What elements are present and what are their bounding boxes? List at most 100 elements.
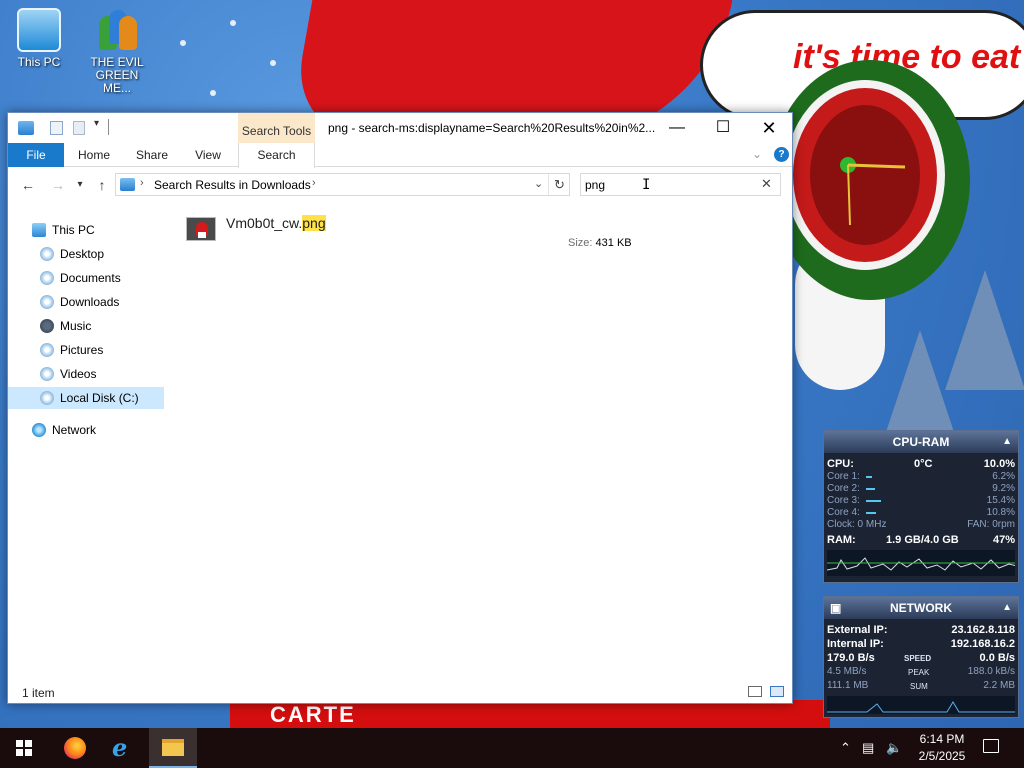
details-view-icon[interactable] <box>748 686 762 697</box>
core-row: Core 2: 9.2% <box>827 483 1015 494</box>
start-button[interactable] <box>0 728 48 768</box>
maximize-button[interactable]: ☐ <box>700 113 746 143</box>
network-traffic-graph <box>827 696 1015 714</box>
file-size: Size: 431 KB <box>568 237 632 249</box>
cpu-row: CPU: 0°C 10.0% <box>824 457 1018 471</box>
folder-icon <box>18 121 34 135</box>
large-icons-view-icon[interactable] <box>770 686 784 697</box>
search-tools-context-tab: Search Tools <box>238 113 315 143</box>
pictures-folder-icon <box>40 343 54 357</box>
nav-item-network[interactable]: Network <box>32 419 96 441</box>
address-bar[interactable]: › Search Results in Downloads › ⌄ ↻ <box>115 173 570 196</box>
tab-file[interactable]: File <box>8 143 64 167</box>
network-icon <box>32 423 46 437</box>
minimize-button[interactable]: — <box>654 113 700 143</box>
nav-item-label: Videos <box>60 367 97 381</box>
taskbar-internet-explorer[interactable]: e <box>100 728 148 768</box>
clock-fan-row: Clock: 0 MHz FAN: 0rpm <box>827 519 1015 530</box>
ribbon-tabs: File Home Share View Search ⌄ ? <box>8 143 792 168</box>
search-result-item[interactable]: Vm0b0t_cw.png Size: 431 KB <box>184 213 784 249</box>
help-icon[interactable]: ? <box>774 147 789 162</box>
internal-ip-row: Internal IP: 192.168.16.2 <box>827 638 1015 650</box>
nav-item-desktop[interactable]: Desktop <box>40 243 104 265</box>
address-dropdown-icon[interactable]: ⌄ <box>534 177 543 190</box>
quick-access-dropdown-icon[interactable]: ▾ <box>94 118 99 132</box>
desktop-folder-icon <box>40 247 54 261</box>
nav-item-videos[interactable]: Videos <box>40 363 96 385</box>
search-match-highlight: png <box>302 215 326 231</box>
gadget-title: CPU-RAM ▲ <box>824 431 1018 453</box>
expand-ribbon-chevron-icon[interactable]: ⌄ <box>752 147 762 161</box>
cpu-percent: 10.0% <box>983 458 1015 470</box>
action-center-icon[interactable] <box>983 739 999 753</box>
nav-item-pictures[interactable]: Pictures <box>40 339 103 361</box>
clock-hands <box>840 157 906 226</box>
new-folder-icon[interactable] <box>73 121 85 135</box>
image-thumbnail <box>186 217 216 241</box>
wreath-clock-inner <box>810 105 920 245</box>
taskbar-file-explorer[interactable] <box>149 728 197 768</box>
collapse-icon[interactable]: ▲ <box>1002 431 1012 453</box>
clear-search-icon[interactable]: ✕ <box>761 176 772 192</box>
tab-search[interactable]: Search <box>238 143 315 168</box>
taskbar: e ⌃ ▤ 🔈 6:14 PM 2/5/2025 <box>0 728 1024 768</box>
nav-item-label: Desktop <box>60 247 105 261</box>
breadcrumb[interactable]: Search Results in Downloads <box>154 178 311 192</box>
nav-item-label: This PC <box>52 223 95 237</box>
status-bar: 1 item <box>8 681 792 703</box>
collapse-icon[interactable]: ▲ <box>1002 597 1012 619</box>
clock-hour-hand <box>847 163 906 169</box>
breadcrumb-chevron-icon[interactable]: › <box>312 177 316 189</box>
file-name-prefix: Vm0b0t_cw. <box>226 215 303 231</box>
core-row: Core 3: 15.4% <box>827 495 1015 506</box>
breadcrumb-chevron-icon[interactable]: › <box>140 177 144 189</box>
back-button[interactable]: ← <box>18 175 38 195</box>
external-ip-row: External IP: 23.162.8.118 <box>827 624 1015 636</box>
nav-item-documents[interactable]: Documents <box>40 267 121 289</box>
nav-item-music[interactable]: Music <box>40 315 91 337</box>
show-hidden-icons-chevron-icon[interactable]: ⌃ <box>840 740 851 756</box>
nav-item-label: Music <box>60 319 92 333</box>
title-bar[interactable]: ▾ Search Tools png - search-ms:displayna… <box>8 113 792 143</box>
messenger-icon <box>95 8 139 52</box>
window-title: png - search-ms:displayname=Search%20Res… <box>328 121 656 135</box>
refresh-icon[interactable]: ↻ <box>548 174 570 195</box>
core-row: Core 1: 6.2% <box>827 471 1015 482</box>
taskbar-clock[interactable]: 6:14 PM 2/5/2025 <box>914 731 970 765</box>
nav-item-this-pc[interactable]: This PC <box>32 219 95 241</box>
close-button[interactable]: ✕ <box>746 113 792 143</box>
volume-muted-icon[interactable]: 🔈 <box>886 740 902 756</box>
snowflake <box>230 20 236 26</box>
tab-view[interactable]: View <box>184 143 232 167</box>
file-size-label: Size: <box>568 237 593 249</box>
taskbar-firefox[interactable] <box>51 728 99 768</box>
tab-home[interactable]: Home <box>70 143 118 167</box>
clock-date: 2/5/2025 <box>918 749 966 763</box>
nav-item-downloads[interactable]: Downloads <box>40 291 119 313</box>
clock-minute-hand <box>847 164 851 226</box>
snowflake <box>270 60 276 66</box>
gadget-title: ▣ NETWORK ▲ <box>824 597 1018 619</box>
up-button[interactable]: ↑ <box>92 175 112 195</box>
search-box[interactable]: ✕ <box>580 173 781 196</box>
file-explorer-icon <box>162 739 184 756</box>
properties-icon[interactable] <box>50 121 63 135</box>
recent-locations-chevron-icon[interactable]: ▾ <box>70 175 90 195</box>
tab-share[interactable]: Share <box>128 143 176 167</box>
item-count: 1 item <box>22 686 55 700</box>
nav-item-label: Network <box>52 423 97 437</box>
forward-button[interactable]: → <box>48 175 68 195</box>
nav-item-local-disk[interactable]: Local Disk (C:) <box>8 387 164 409</box>
snowflake <box>180 40 186 46</box>
file-explorer-window: ▾ Search Tools png - search-ms:displayna… <box>7 112 793 704</box>
desktop-icon-this-pc[interactable]: This PC <box>4 8 74 69</box>
search-input[interactable] <box>585 177 755 193</box>
windows-logo-icon <box>16 740 32 756</box>
videos-folder-icon <box>40 367 54 381</box>
cpu-temperature: 0°C <box>914 458 933 470</box>
desktop-icon-label: This PC <box>17 55 61 69</box>
monitor-icon: ▣ <box>830 601 842 615</box>
desktop-icon-evil-green-me[interactable]: THE EVIL GREEN ME... <box>82 8 152 95</box>
ram-row: RAM: 1.9 GB/4.0 GB 47% <box>827 534 1015 546</box>
network-tray-icon[interactable]: ▤ <box>862 740 874 756</box>
